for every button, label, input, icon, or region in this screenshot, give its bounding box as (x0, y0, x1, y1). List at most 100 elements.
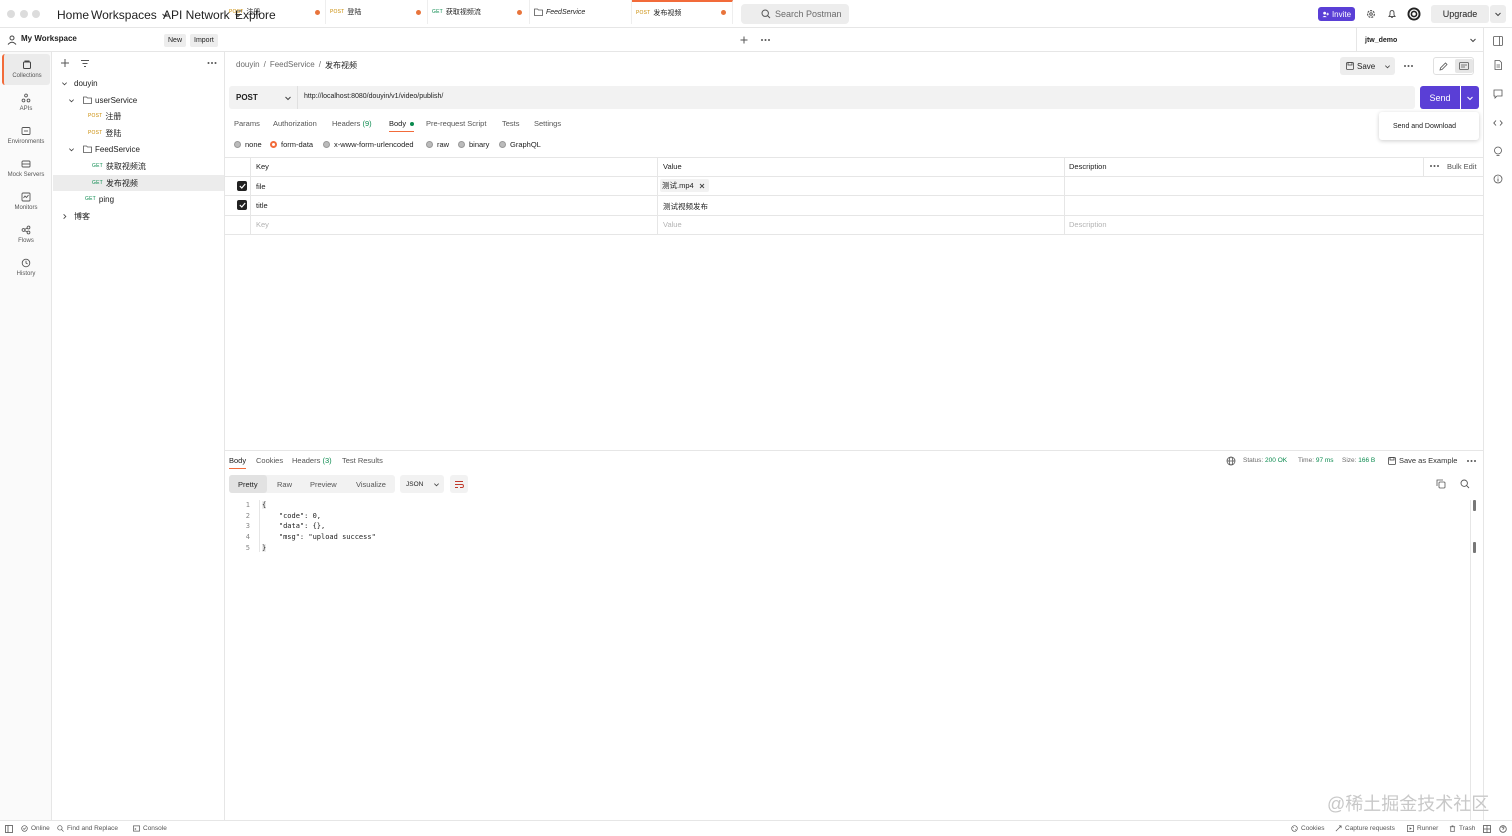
response-tab-cookies[interactable]: Cookies (256, 456, 283, 465)
scrollbar-thumb[interactable] (1473, 542, 1476, 553)
tab-params[interactable]: Params (234, 119, 260, 128)
tab-settings[interactable]: Settings (534, 119, 561, 128)
info-icon[interactable] (1493, 174, 1503, 184)
search-icon[interactable] (1460, 479, 1470, 489)
tab-publish-video[interactable]: POST 发布视频 (632, 0, 733, 24)
settings-gear-icon[interactable] (1366, 9, 1376, 19)
tree-request-publish-video[interactable]: GET 发布视频 (53, 175, 224, 191)
nav-home[interactable]: Home (57, 8, 89, 22)
rail-item-collections[interactable]: Collections (2, 54, 50, 85)
row-checkbox[interactable] (237, 181, 247, 191)
save-as-example-button[interactable]: Save as Example (1388, 456, 1457, 465)
invite-button[interactable]: Invite (1318, 7, 1355, 21)
tab-tests[interactable]: Tests (502, 119, 520, 128)
response-tab-headers[interactable]: Headers (3) (292, 456, 332, 465)
more-tabs-icon[interactable] (761, 38, 770, 42)
radio-raw[interactable]: raw (426, 140, 449, 149)
toggle-sidebar-icon[interactable] (5, 825, 13, 833)
send-button[interactable]: Send (1420, 86, 1460, 109)
add-collection-icon[interactable] (60, 58, 70, 68)
tree-collection-blog[interactable]: 博客 (53, 208, 224, 224)
tab-authorization[interactable]: Authorization (273, 119, 317, 128)
format-raw[interactable]: Raw (268, 475, 301, 493)
breadcrumb-item[interactable]: douyin (236, 60, 260, 71)
capture-requests-button[interactable]: Capture requests (1335, 825, 1395, 832)
search-input[interactable]: Search Postman (741, 4, 849, 24)
sidebar-toggle-icon[interactable] (1493, 36, 1503, 46)
rail-item-monitors[interactable]: Monitors (2, 186, 50, 217)
tab-body[interactable]: Body (389, 119, 415, 132)
row-checkbox[interactable] (237, 200, 247, 210)
bulk-edit-link[interactable]: Bulk Edit (1447, 162, 1477, 171)
more-options-icon[interactable] (1404, 64, 1413, 68)
scrollbar-thumb[interactable] (1473, 500, 1476, 511)
response-tab-body[interactable]: Body (229, 456, 247, 469)
window-close-button[interactable] (7, 10, 15, 18)
breadcrumb-item[interactable]: FeedService (270, 60, 315, 71)
import-button[interactable]: Import (190, 34, 218, 47)
new-description-input[interactable]: Description (1069, 220, 1107, 229)
tab-headers[interactable]: Headers (9) (332, 119, 372, 128)
tab-login[interactable]: POST 登陆 (326, 0, 428, 24)
file-chip[interactable]: 测试.mp4 (660, 179, 709, 192)
tree-request-login[interactable]: POST 登陆 (53, 125, 224, 141)
edit-pencil-icon[interactable] (1439, 62, 1448, 71)
rail-item-mock-servers[interactable]: Mock Servers (2, 153, 50, 184)
format-pretty[interactable]: Pretty (229, 475, 267, 493)
globe-icon[interactable] (1226, 456, 1236, 466)
upgrade-button[interactable]: Upgrade (1431, 5, 1489, 23)
layout-icon[interactable] (1483, 825, 1491, 833)
environment-selector[interactable]: jtw_demo (1356, 28, 1483, 52)
rail-item-apis[interactable]: APIs (2, 87, 50, 118)
window-minimize-button[interactable] (20, 10, 28, 18)
window-zoom-button[interactable] (32, 10, 40, 18)
upgrade-menu-button[interactable] (1490, 5, 1506, 23)
row-key[interactable]: title (256, 201, 268, 210)
radio-form-data[interactable]: form-data (270, 140, 313, 149)
response-tab-test-results[interactable]: Test Results (342, 456, 383, 465)
tree-folder-userservice[interactable]: userService (53, 92, 224, 108)
new-key-input[interactable]: Key (256, 220, 269, 229)
runner-button[interactable]: Runner (1407, 825, 1438, 832)
tab-get-feed[interactable]: GET 获取视频流 (428, 0, 530, 24)
more-options-icon[interactable] (1467, 459, 1476, 463)
save-button[interactable]: Save (1340, 57, 1395, 75)
wrap-lines-button[interactable] (450, 475, 468, 493)
online-status[interactable]: Online (21, 825, 50, 832)
notification-bell-icon[interactable] (1387, 9, 1397, 19)
rail-item-environments[interactable]: Environments (2, 120, 50, 151)
new-button[interactable]: New (164, 34, 187, 47)
cookies-button[interactable]: Cookies (1291, 825, 1324, 832)
user-avatar-icon[interactable] (1407, 7, 1421, 21)
comments-icon[interactable] (1493, 89, 1503, 99)
radio-graphql[interactable]: GraphQL (499, 140, 541, 149)
more-options-icon[interactable] (1430, 164, 1439, 168)
tab-feedservice[interactable]: FeedService (530, 0, 632, 24)
rail-item-flows[interactable]: Flows (2, 219, 50, 250)
row-value[interactable]: 测试视频发布 (663, 201, 708, 212)
radio-binary[interactable]: binary (458, 140, 489, 149)
tab-pre-request-script[interactable]: Pre-request Script (426, 119, 486, 128)
radio-x-www-form-urlencoded[interactable]: x-www-form-urlencoded (323, 140, 414, 149)
more-options-icon[interactable] (207, 60, 217, 66)
new-tab-icon[interactable] (740, 36, 748, 44)
tree-collection-douyin[interactable]: douyin (53, 75, 224, 91)
filter-icon[interactable] (80, 59, 90, 68)
row-key[interactable]: file (256, 182, 266, 191)
url-input[interactable]: http://localhost:8080/douyin/v1/video/pu… (304, 93, 443, 100)
code-snippet-icon[interactable] (1493, 118, 1503, 128)
method-select[interactable]: POST (236, 93, 258, 102)
help-icon[interactable] (1499, 825, 1507, 833)
tree-request-get-feed[interactable]: GET 获取视频流 (53, 158, 224, 174)
related-collections-icon[interactable] (1493, 146, 1503, 156)
send-and-download-menu-item[interactable]: Send and Download (1379, 112, 1479, 140)
language-select[interactable]: JSON (400, 475, 444, 493)
tree-request-register[interactable]: POST 注册 (53, 108, 224, 124)
docs-view-button[interactable] (1455, 59, 1473, 73)
format-visualize[interactable]: Visualize (347, 475, 395, 493)
rail-item-history[interactable]: History (2, 252, 50, 283)
trash-button[interactable]: Trash (1449, 825, 1475, 832)
format-preview[interactable]: Preview (301, 475, 346, 493)
radio-none[interactable]: none (234, 140, 262, 149)
tree-request-ping[interactable]: GET ping (53, 191, 224, 207)
